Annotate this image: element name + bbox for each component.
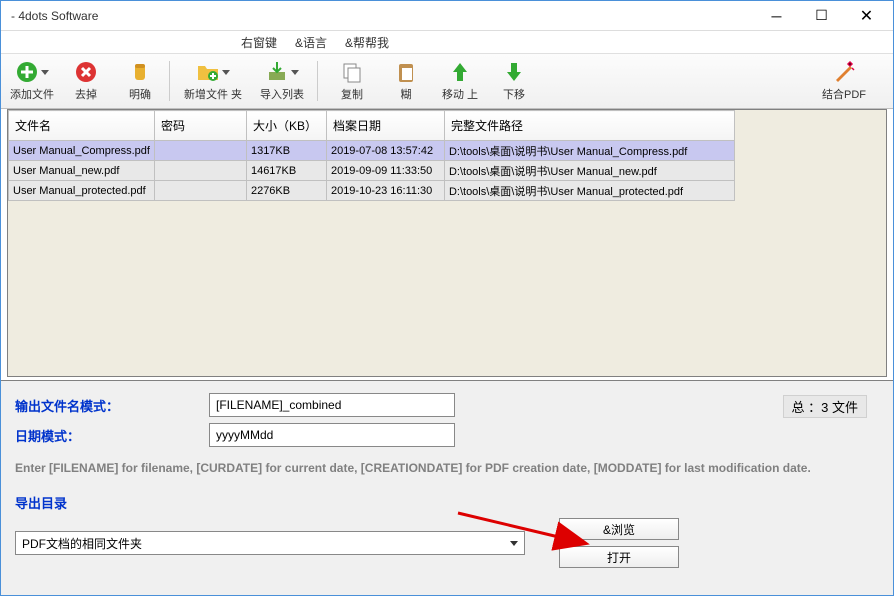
output-dir-label: 导出目录 — [15, 493, 879, 512]
remove-label: 去掉 — [75, 86, 97, 102]
move-up-button[interactable]: 移动 上 — [433, 55, 487, 107]
move-up-label: 移动 上 — [442, 86, 478, 102]
output-dir-select[interactable]: PDF文档的相同文件夹 — [15, 531, 525, 555]
cell-size: 2276KB — [246, 181, 326, 201]
cell-path: D:\tools\桌面\说明书\User Manual_new.pdf — [444, 161, 734, 181]
browse-button[interactable]: &浏览 — [559, 518, 679, 540]
toolbar: 添加文件 去掉 明确 新增文件 夹 导入列表 复制 糊 移动 上 下移 结合PD… — [1, 53, 893, 109]
menubar: 右窗键 &语言 &帮帮我 — [1, 31, 893, 53]
close-button[interactable]: ✕ — [844, 2, 889, 30]
copy-icon — [340, 60, 364, 84]
file-count: 总 ：3 文件 — [783, 395, 867, 418]
cell-path: D:\tools\桌面\说明书\User Manual_protected.pd… — [444, 181, 734, 201]
col-filename[interactable]: 文件名 — [9, 111, 155, 141]
clear-icon — [128, 60, 152, 84]
file-table: 文件名 密码 大小（KB） 档案日期 完整文件路径 User Manual_Co… — [8, 110, 735, 201]
chevron-down-icon — [41, 70, 49, 75]
filename-pattern-input[interactable] — [209, 393, 455, 417]
add-icon — [15, 60, 39, 84]
menu-help[interactable]: &帮帮我 — [345, 34, 389, 51]
cell-date: 2019-07-08 13:57:42 — [326, 141, 444, 161]
arrow-up-icon — [448, 60, 472, 84]
titlebar: - 4dots Software ─ ☐ ✕ — [1, 1, 893, 31]
cell-pw — [154, 161, 246, 181]
paste-button[interactable]: 糊 — [379, 55, 433, 107]
remove-icon — [74, 60, 98, 84]
add-folder-label: 新增文件 夹 — [184, 86, 242, 102]
combine-pdf-button[interactable]: 结合PDF — [799, 55, 889, 107]
add-folder-button[interactable]: 新增文件 夹 — [177, 55, 249, 107]
pattern-label: 输出文件名模式： — [15, 396, 209, 415]
cell-name: User Manual_new.pdf — [9, 161, 155, 181]
cell-path: D:\tools\桌面\说明书\User Manual_Compress.pdf — [444, 141, 734, 161]
maximize-button[interactable]: ☐ — [799, 2, 844, 30]
open-button[interactable]: 打开 — [559, 546, 679, 568]
cell-size: 1317KB — [246, 141, 326, 161]
chevron-down-icon — [291, 70, 299, 75]
paste-label: 糊 — [401, 86, 412, 102]
import-list-button[interactable]: 导入列表 — [249, 55, 315, 107]
cell-pw — [154, 181, 246, 201]
move-down-button[interactable]: 下移 — [487, 55, 541, 107]
separator — [317, 61, 323, 101]
menu-rightkey[interactable]: 右窗键 — [241, 34, 277, 51]
remove-button[interactable]: 去掉 — [59, 55, 113, 107]
paste-icon — [394, 60, 418, 84]
arrow-down-icon — [502, 60, 526, 84]
cell-pw — [154, 141, 246, 161]
minimize-button[interactable]: ─ — [754, 2, 799, 30]
chevron-down-icon — [510, 541, 518, 546]
col-password[interactable]: 密码 — [154, 111, 246, 141]
hint-text: Enter [FILENAME] for filename, [CURDATE]… — [15, 459, 879, 477]
col-size[interactable]: 大小（KB） — [246, 111, 326, 141]
table-row[interactable]: User Manual_Compress.pdf 1317KB2019-07-08… — [9, 141, 735, 161]
table-row[interactable]: User Manual_new.pdf 14617KB2019-09-09 11:… — [9, 161, 735, 181]
import-icon — [265, 60, 289, 84]
file-table-area: 文件名 密码 大小（KB） 档案日期 完整文件路径 User Manual_Co… — [7, 109, 887, 377]
menu-language[interactable]: &语言 — [295, 34, 327, 51]
window-title: - 4dots Software — [11, 9, 754, 23]
add-file-label: 添加文件 — [10, 86, 54, 102]
cell-name: User Manual_Compress.pdf — [9, 141, 155, 161]
cell-date: 2019-10-23 16:11:30 — [326, 181, 444, 201]
output-dir-value: PDF文档的相同文件夹 — [22, 535, 142, 552]
clear-button[interactable]: 明确 — [113, 55, 167, 107]
date-pattern-label: 日期模式： — [15, 426, 209, 445]
cell-date: 2019-09-09 11:33:50 — [326, 161, 444, 181]
chevron-down-icon — [222, 70, 230, 75]
wand-icon — [832, 60, 856, 84]
copy-button[interactable]: 复制 — [325, 55, 379, 107]
col-path[interactable]: 完整文件路径 — [444, 111, 734, 141]
col-date[interactable]: 档案日期 — [326, 111, 444, 141]
separator — [169, 61, 175, 101]
clear-label: 明确 — [129, 86, 151, 102]
copy-label: 复制 — [341, 86, 363, 102]
import-list-label: 导入列表 — [260, 86, 304, 102]
date-pattern-input[interactable] — [209, 423, 455, 447]
bottom-panel: 总 ：3 文件 输出文件名模式： 日期模式： Enter [FILENAME] … — [1, 380, 893, 595]
folder-add-icon — [196, 60, 220, 84]
cell-size: 14617KB — [246, 161, 326, 181]
table-row[interactable]: User Manual_protected.pdf 2276KB2019-10-2… — [9, 181, 735, 201]
move-down-label: 下移 — [503, 86, 525, 102]
add-file-button[interactable]: 添加文件 — [5, 55, 59, 107]
cell-name: User Manual_protected.pdf — [9, 181, 155, 201]
combine-label: 结合PDF — [822, 86, 866, 102]
